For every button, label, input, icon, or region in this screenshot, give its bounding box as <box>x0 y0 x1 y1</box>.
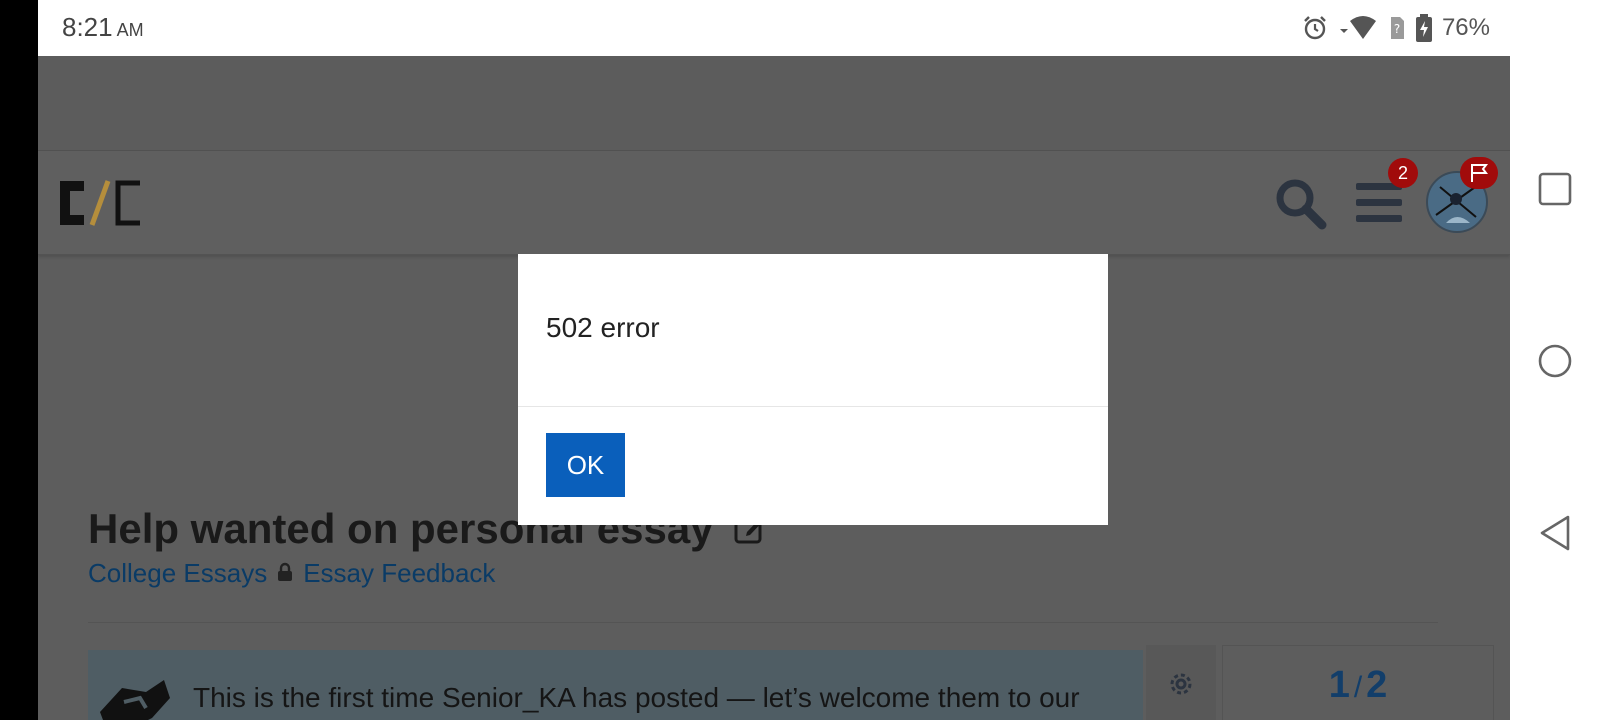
status-time-ampm: AM <box>116 20 144 40</box>
category-link[interactable]: College Essays <box>88 558 267 589</box>
search-icon[interactable] <box>1274 177 1328 236</box>
wifi-icon <box>1338 15 1378 41</box>
hamburger-menu-icon[interactable] <box>1356 181 1402 230</box>
progress-current: 1 <box>1328 664 1350 706</box>
error-dialog: 502 error OK <box>518 254 1108 525</box>
category-breadcrumb: College Essays Essay Feedback <box>88 558 495 589</box>
divider <box>88 622 1438 623</box>
error-message: 502 error <box>546 312 660 343</box>
status-bar: 8:21 AM ? 76% <box>38 0 1510 56</box>
settings-button[interactable] <box>1146 645 1216 720</box>
site-header: 2 <box>38 151 1510 255</box>
battery-percent: 76% <box>1441 14 1490 41</box>
topic-progress-count: 1/2 <box>1223 664 1493 707</box>
progress-total: 2 <box>1366 664 1388 706</box>
lock-icon <box>277 558 293 589</box>
progress-separator: / <box>1353 671 1363 704</box>
home-circle-icon[interactable] <box>1532 338 1578 384</box>
status-time-value: 8:21 <box>62 12 113 42</box>
app-screen: 8:21 AM ? 76% 2 Help wanted on personal … <box>38 0 1510 720</box>
ok-button[interactable]: OK <box>546 433 625 497</box>
welcome-text: This is the first time Senior_KA has pos… <box>193 682 1080 713</box>
svg-text:?: ? <box>1394 22 1400 36</box>
status-time: 8:21 AM <box>62 12 144 43</box>
alarm-icon <box>1302 15 1328 41</box>
system-navigation-bar <box>1510 0 1600 720</box>
no-sim-icon: ? <box>1388 15 1406 41</box>
top-banner-area <box>38 56 1510 151</box>
flag-notification-icon <box>1460 157 1498 194</box>
gear-icon <box>1166 669 1196 704</box>
handshake-icon <box>94 672 174 720</box>
menu-notification-badge: 2 <box>1388 158 1418 188</box>
recent-apps-square-icon[interactable] <box>1532 166 1578 212</box>
site-logo[interactable] <box>56 177 146 229</box>
topic-progress[interactable]: 1/2 <box>1222 645 1494 720</box>
first-post-welcome-banner: This is the first time Senior_KA has pos… <box>88 650 1143 720</box>
subcategory-link[interactable]: Essay Feedback <box>303 558 495 589</box>
dialog-divider <box>518 406 1108 407</box>
battery-charging-icon <box>1415 14 1432 42</box>
status-icons: ? 76% <box>1302 10 1490 46</box>
back-triangle-icon[interactable] <box>1532 510 1578 556</box>
